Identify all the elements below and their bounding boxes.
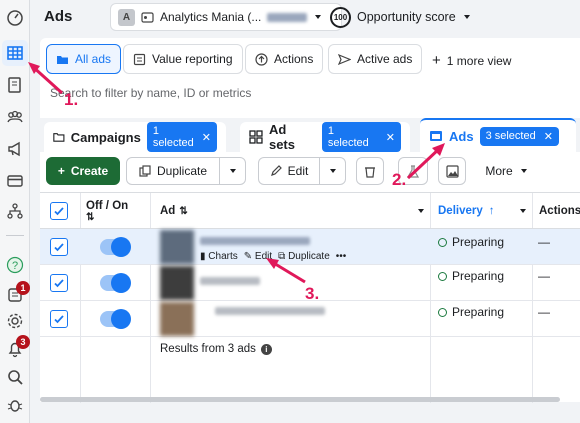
- annotation-3: 3.: [305, 284, 320, 303]
- annotation-arrows: [28, 62, 445, 284]
- ads-manager: ? 1 3 Ads A Analytics Mania (... 100 Opp…: [0, 0, 580, 423]
- annotation-1: 1.: [64, 90, 79, 109]
- annotation-2: 2.: [392, 170, 407, 189]
